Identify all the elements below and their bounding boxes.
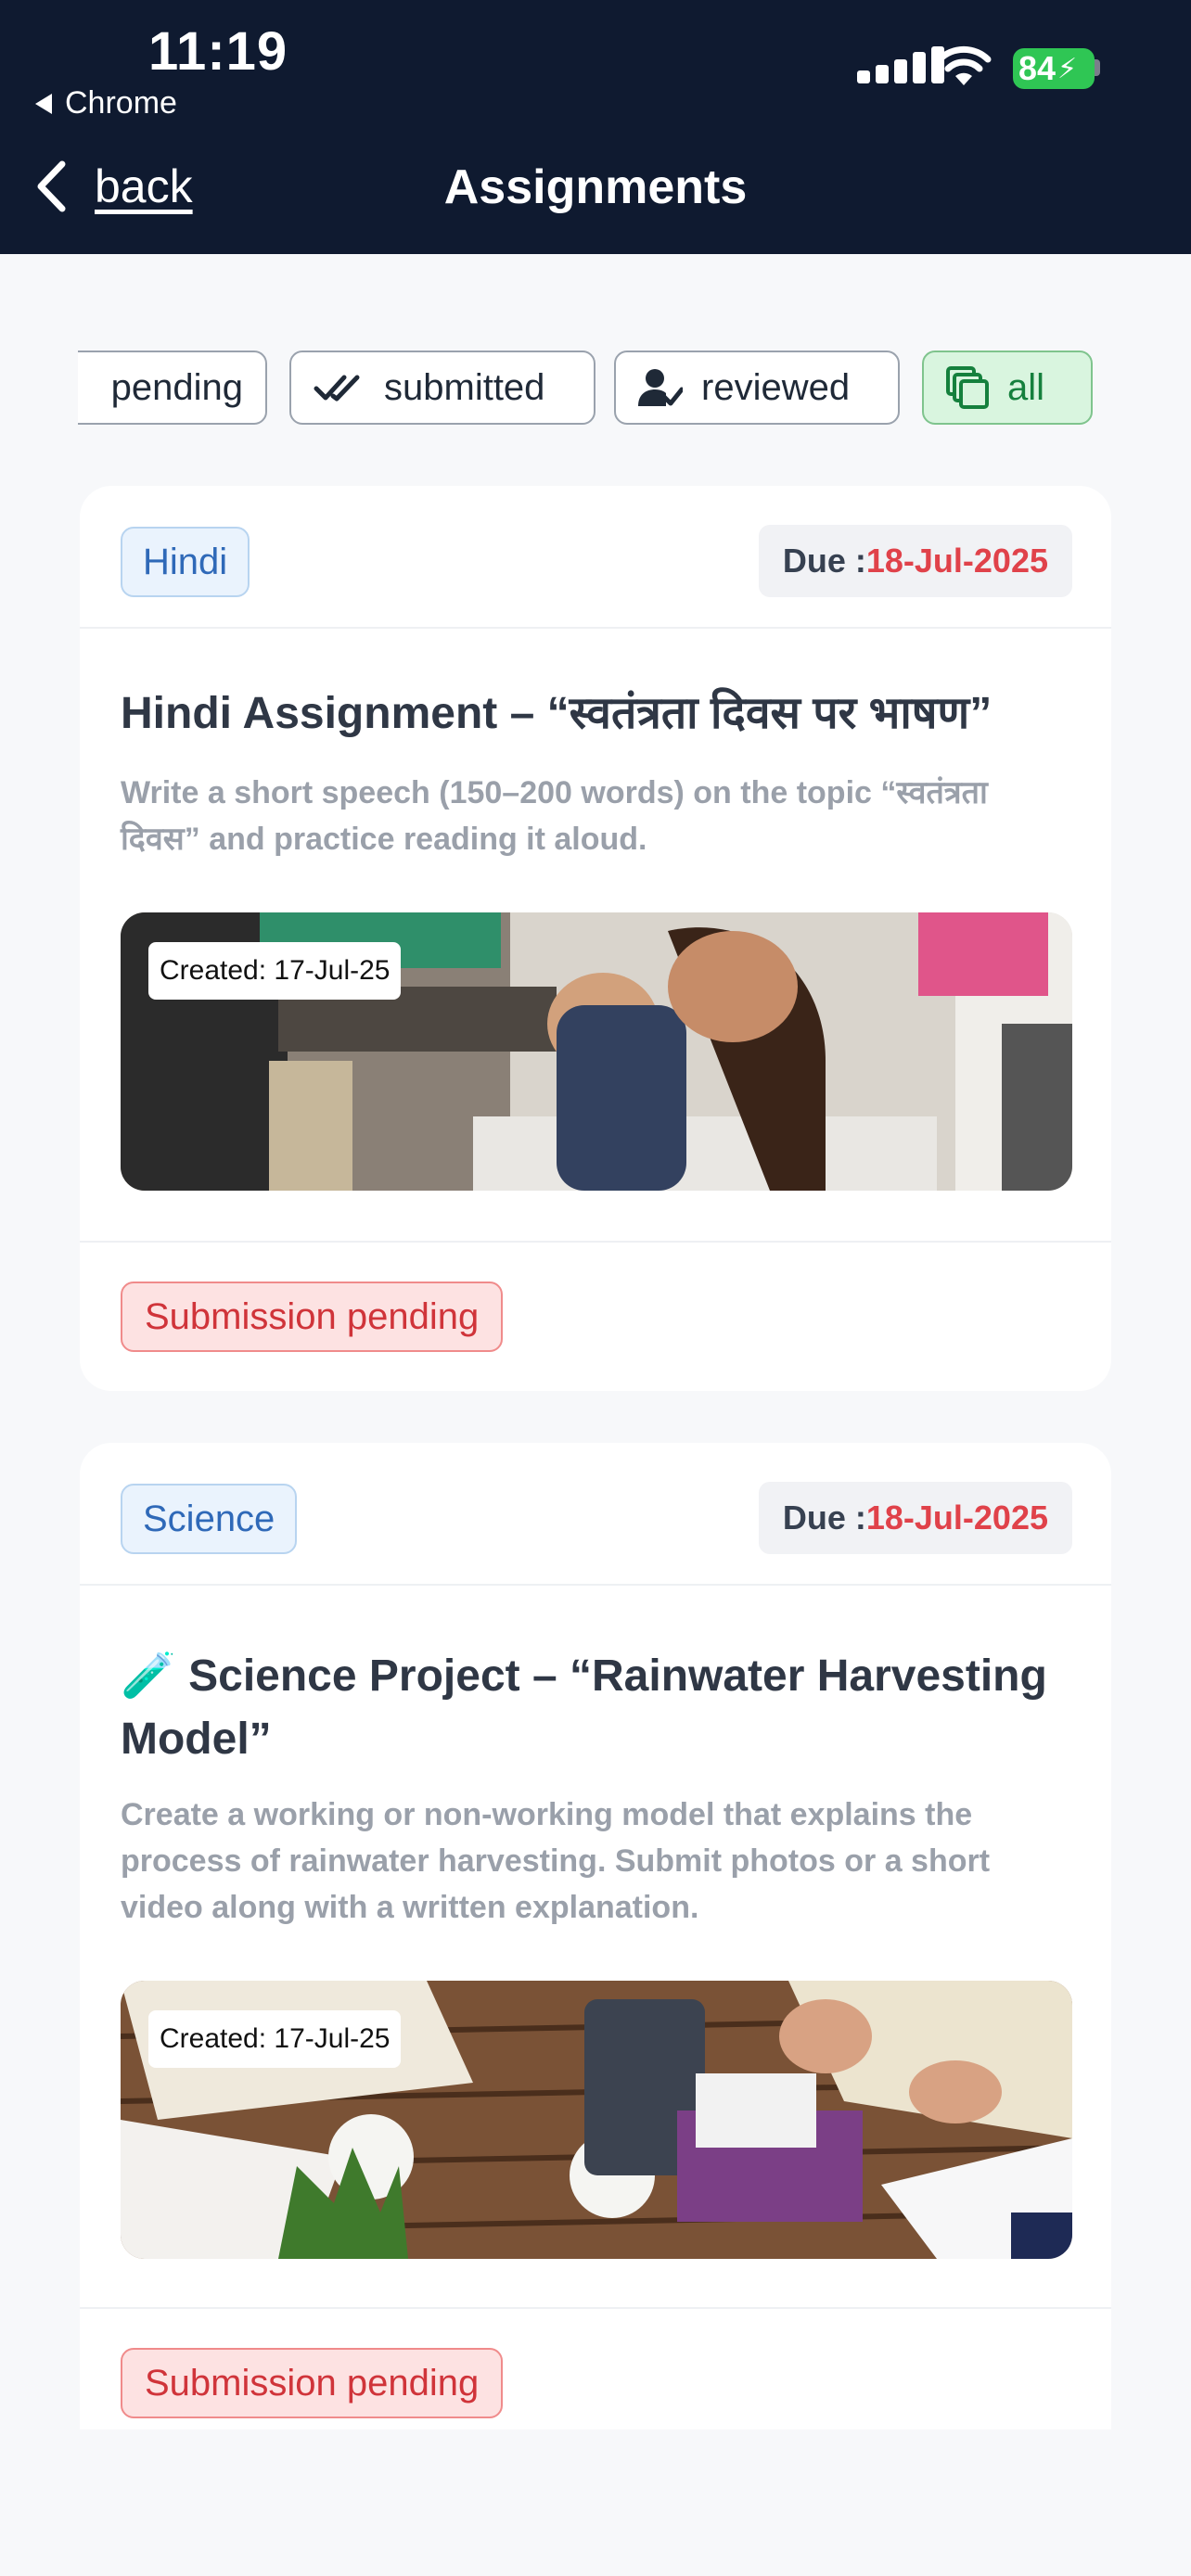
battery-indicator: 84 ⚡ (1013, 48, 1095, 89)
back-triangle-icon (35, 93, 52, 114)
user-check-icon (638, 369, 683, 406)
back-to-app-link[interactable]: Chrome (35, 85, 177, 121)
filter-pending[interactable]: pending (78, 351, 267, 425)
card-divider (80, 1241, 1111, 1243)
assignment-title: Hindi Assignment – “स्वतंत्रता दिवस पर भ… (121, 689, 992, 738)
due-prefix: Due : (782, 542, 866, 580)
status-badge: Submission pending (121, 1282, 504, 1352)
status-time: 11:19 (148, 21, 288, 82)
card-header: Hindi Due : 18-Jul-2025 (80, 486, 1111, 629)
created-date-label: Created: 17-Jul-25 (148, 942, 402, 1000)
assignment-card[interactable]: Hindi Due : 18-Jul-2025 Hindi Assignment… (80, 486, 1111, 1391)
filter-bar: pending submitted reviewed all (78, 351, 1113, 425)
filter-all-label: all (1007, 366, 1045, 408)
filter-reviewed-label: reviewed (701, 366, 851, 408)
assignment-image[interactable]: Created: 17-Jul-25 (121, 912, 1072, 1191)
due-date: 18-Jul-2025 (865, 1498, 1048, 1537)
assignment-image[interactable]: Created: 17-Jul-25 (121, 1981, 1072, 2259)
card-divider (80, 2307, 1111, 2309)
subject-badge: Hindi (121, 527, 250, 597)
filter-submitted[interactable]: submitted (289, 351, 596, 425)
card-header: Science Due : 18-Jul-2025 (80, 1443, 1111, 1586)
due-prefix: Due : (782, 1498, 866, 1537)
filter-submitted-label: submitted (384, 366, 545, 408)
due-date: 18-Jul-2025 (865, 542, 1048, 580)
cellular-signal-icon (857, 46, 944, 83)
created-date-label: Created: 17-Jul-25 (148, 2010, 402, 2068)
battery-tip (1095, 59, 1100, 76)
filter-reviewed[interactable]: reviewed (614, 351, 900, 425)
battery-level: 84 (1018, 49, 1057, 87)
back-app-label: Chrome (65, 85, 177, 121)
wifi-icon (936, 45, 992, 85)
test-tube-icon: 🧪 (121, 1651, 176, 1701)
filter-pending-label: pending (110, 366, 243, 408)
assignment-card[interactable]: Science Due : 18-Jul-2025 🧪 Science Proj… (80, 1443, 1111, 2429)
due-date-badge: Due : 18-Jul-2025 (758, 525, 1072, 597)
double-check-icon (314, 375, 360, 402)
assignment-description: Create a working or non-working model th… (121, 1797, 991, 1925)
charging-bolt-icon: ⚡ (1057, 53, 1078, 84)
chevron-left-icon (37, 160, 66, 212)
due-date-badge: Due : 18-Jul-2025 (758, 1482, 1072, 1554)
stack-icon (946, 366, 989, 409)
app-header: 11:19 Chrome 84 ⚡ back Assignments (0, 0, 1191, 254)
assignment-title-text: Science Project – “Rainwater Harvesting … (121, 1651, 1047, 1764)
back-button[interactable]: back (35, 159, 193, 213)
back-label: back (95, 160, 193, 212)
subject-badge: Science (121, 1484, 298, 1554)
assignment-description: Write a short speech (150–200 words) on … (121, 775, 988, 857)
assignment-title: 🧪 Science Project – “Rainwater Harvestin… (121, 1645, 1070, 1771)
filter-all[interactable]: all (922, 351, 1093, 425)
status-badge: Submission pending (121, 2348, 504, 2418)
